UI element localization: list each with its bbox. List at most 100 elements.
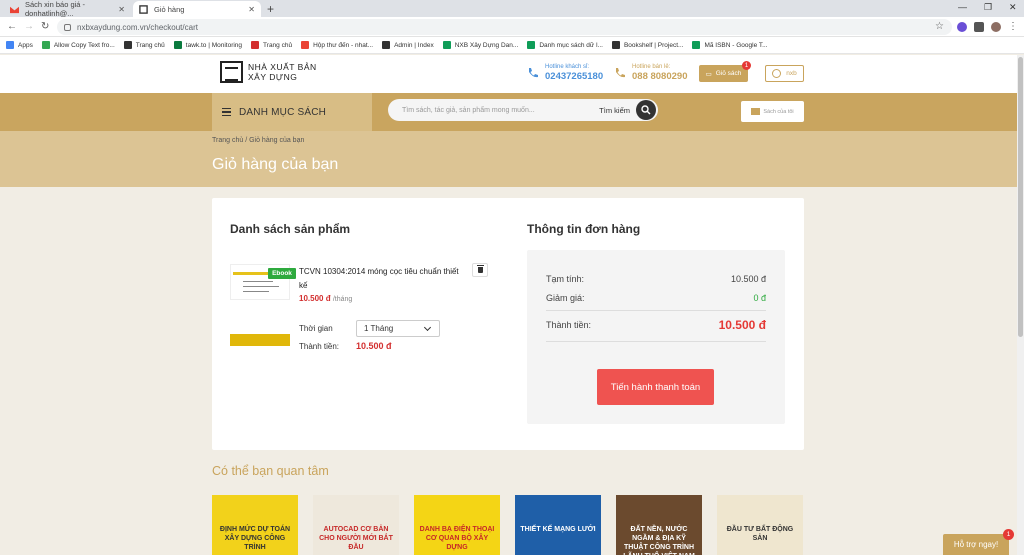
category-menu-button[interactable]: DANH MỤC SÁCH	[212, 93, 372, 131]
help-now-button[interactable]: Hỗ trợ ngay! 1	[943, 529, 1014, 555]
bookmark-item[interactable]: Admin | Index	[382, 41, 434, 49]
site-logo[interactable]: NHÀ XUẤT BẢN XÂY DỰNG	[220, 61, 317, 83]
menu-dots-icon[interactable]: ⋮	[1008, 21, 1018, 32]
site-header: NHÀ XUẤT BẢN XÂY DỰNG Hotline khách sỉ: …	[0, 55, 1024, 93]
bookmark-icon	[611, 41, 620, 49]
cart-button[interactable]: ▭ Giỏ sách 1	[699, 61, 751, 82]
hotline-label: Hotline khách sỉ:	[545, 64, 590, 70]
hotline-label: Hotline bán lẻ:	[632, 64, 671, 70]
bookmark-item[interactable]: Apps	[6, 41, 33, 49]
search-label: Tìm kiếm	[599, 105, 630, 115]
suggested-book-title: AUTOCAD CƠ BẢN CHO NGƯỜI MỚI BẮT ĐẦU	[319, 526, 393, 551]
browser-tab-1[interactable]: Sách xin báo giá - donhatlinh@... ✕	[4, 0, 131, 18]
scrollbar-thumb[interactable]	[1018, 57, 1023, 337]
url-text: nxbxaydung.com.vn/checkout/cart	[77, 22, 198, 32]
suggested-book-cover[interactable]: AUTOCAD CƠ BẢN CHO NGƯỜI MỚI BẮT ĐẦU	[313, 495, 399, 555]
cart-label: Giỏ sách	[715, 70, 742, 77]
hotline-number[interactable]: 088 8080290	[632, 71, 687, 83]
order-summary-panel: Tạm tính: 10.500 đ Giảm giá: 0 đ Thành t…	[527, 250, 785, 424]
url-field[interactable]: nxbxaydung.com.vn/checkout/cart	[57, 19, 952, 35]
apps-icon	[6, 41, 14, 49]
suggested-book-title: ĐỊNH MỨC DỰ TOÁN XÂY DỰNG CÔNG TRÌNH	[219, 526, 291, 551]
suggested-book-cover[interactable]: ĐỊNH MỨC DỰ TOÁN XÂY DỰNG CÔNG TRÌNH	[212, 495, 298, 555]
bookmark-item[interactable]: Danh mục sách dữ l...	[527, 41, 603, 49]
logo-line-1: NHÀ XUẤT BẢN	[248, 62, 317, 72]
suggested-book-title: DANH BẠ ĐIỆN THOẠI CƠ QUAN BỘ XÂY DỰNG	[419, 526, 495, 551]
minimize-icon[interactable]: —	[958, 2, 967, 12]
bookmark-item[interactable]: Bookshelf | Project...	[611, 41, 683, 49]
bookmark-item[interactable]: Hộp thư đến - nhat...	[301, 41, 373, 49]
star-icon[interactable]: ☆	[935, 21, 944, 32]
window-close-icon[interactable]: ✕	[1009, 2, 1017, 13]
page-scrollbar[interactable]	[1017, 55, 1024, 555]
trash-icon	[476, 265, 484, 273]
main-nav: DANH MỤC SÁCH Tìm sách, tác giả, sản phẩ…	[0, 93, 1024, 131]
browser-tabbar: Sách xin báo giá - donhatlinh@... ✕ Giỏ …	[0, 0, 1024, 18]
suggested-book-cover[interactable]: ĐẦU TƯ BẤT ĐỘNG SẢN	[717, 495, 803, 555]
suggested-book-cover[interactable]: ĐẤT NỀN, NƯỚC NGẦM & ĐỊA KỸ THUẬT CÔNG T…	[616, 495, 702, 555]
suggested-book-cover[interactable]: DANH BẠ ĐIỆN THOẠI CƠ QUAN BỘ XÂY DỰNG	[414, 495, 500, 555]
search-input[interactable]: Tìm sách, tác giả, sản phẩm mong muốn...…	[388, 99, 658, 121]
duration-select[interactable]: 1 Tháng	[356, 320, 440, 337]
item-subtotal-label: Thành tiền:	[299, 342, 340, 351]
product-name[interactable]: TCVN 10304:2014 móng cọc tiêu chuẩn thiế…	[299, 265, 464, 293]
close-icon[interactable]: ✕	[248, 5, 255, 14]
product-thumbnail-footer	[230, 334, 290, 346]
forward-icon[interactable]: →	[24, 21, 34, 32]
gmail-icon	[10, 6, 19, 13]
sheets-icon	[527, 41, 536, 49]
bookmark-item[interactable]: tawk.to | Monitoring	[173, 41, 242, 49]
extension-icon[interactable]	[957, 22, 967, 32]
search-icon	[641, 105, 651, 115]
profile-avatar[interactable]	[991, 22, 1001, 32]
logo-icon	[220, 61, 243, 83]
book-icon	[751, 108, 761, 115]
bookmark-item[interactable]: Trang chủ	[123, 41, 165, 49]
bookmark-item[interactable]: Trang chủ	[251, 41, 292, 49]
back-icon[interactable]: ←	[7, 21, 17, 32]
bookmark-icon	[123, 41, 132, 49]
bookmark-item[interactable]: Allow Copy Text fro...	[41, 41, 115, 49]
new-tab-icon[interactable]: +	[267, 2, 274, 16]
summary-row-discount: Giảm giá: 0 đ	[546, 293, 766, 303]
hotline-retail: Hotline bán lẻ: 088 8080290	[614, 63, 687, 83]
product-list-heading: Danh sách sản phẩm	[230, 222, 351, 236]
user-button[interactable]: nxb	[765, 65, 804, 82]
delete-item-button[interactable]	[472, 263, 488, 277]
suggested-book-cover[interactable]: THIẾT KẾ MẠNG LƯỚI	[515, 495, 601, 555]
bookmark-icon	[173, 41, 182, 49]
user-icon	[772, 69, 782, 78]
breadcrumb[interactable]: Trang chủ / Giỏ hàng của bạn	[212, 137, 304, 144]
puzzle-icon[interactable]	[974, 22, 984, 32]
bookmarks-bar: Apps Allow Copy Text fro... Trang chủ ta…	[0, 37, 1024, 54]
browser-tab-2[interactable]: Giỏ hàng ✕	[133, 1, 261, 17]
product-price: 10.500 đ /tháng	[299, 294, 353, 303]
my-books-button[interactable]: Sách của tôi	[741, 101, 804, 122]
search-button[interactable]	[636, 100, 656, 120]
divider	[546, 310, 766, 311]
bookmark-item[interactable]: Mã ISBN - Google T...	[692, 41, 768, 49]
hotline-number[interactable]: 02437265180	[545, 71, 603, 83]
tab-title: Sách xin báo giá - donhatlinh@...	[25, 0, 86, 18]
hotline-wholesale: Hotline khách sỉ: 02437265180	[527, 63, 603, 83]
checkout-button[interactable]: Tiến hành thanh toán	[597, 369, 714, 405]
ebook-badge: Ebook	[268, 268, 296, 279]
bookmark-icon	[251, 41, 260, 49]
reload-icon[interactable]: ↻	[41, 21, 49, 32]
suggested-book-title: THIẾT KẾ MẠNG LƯỚI	[520, 526, 596, 533]
gmail-icon	[301, 41, 310, 49]
bookmark-item[interactable]: NXB Xây Dựng Dan...	[442, 41, 518, 49]
price-unit: /tháng	[332, 296, 353, 303]
page-banner: Trang chủ / Giỏ hàng của bạn Giỏ hàng củ…	[0, 131, 1024, 187]
summary-row-total: Thành tiền: 10.500 đ	[546, 318, 766, 332]
hamburger-icon	[222, 108, 231, 116]
logo-line-2: XÂY DỰNG	[248, 72, 298, 82]
site-icon	[139, 4, 148, 14]
order-info-heading: Thông tin đơn hàng	[527, 222, 641, 236]
help-count-badge: 1	[1003, 529, 1014, 540]
close-icon[interactable]: ✕	[118, 5, 125, 14]
phone-icon	[529, 68, 538, 78]
cart-count-badge: 1	[742, 61, 751, 70]
restore-icon[interactable]: ❐	[984, 2, 992, 13]
suggestions-heading: Có thể bạn quan tâm	[212, 464, 329, 478]
